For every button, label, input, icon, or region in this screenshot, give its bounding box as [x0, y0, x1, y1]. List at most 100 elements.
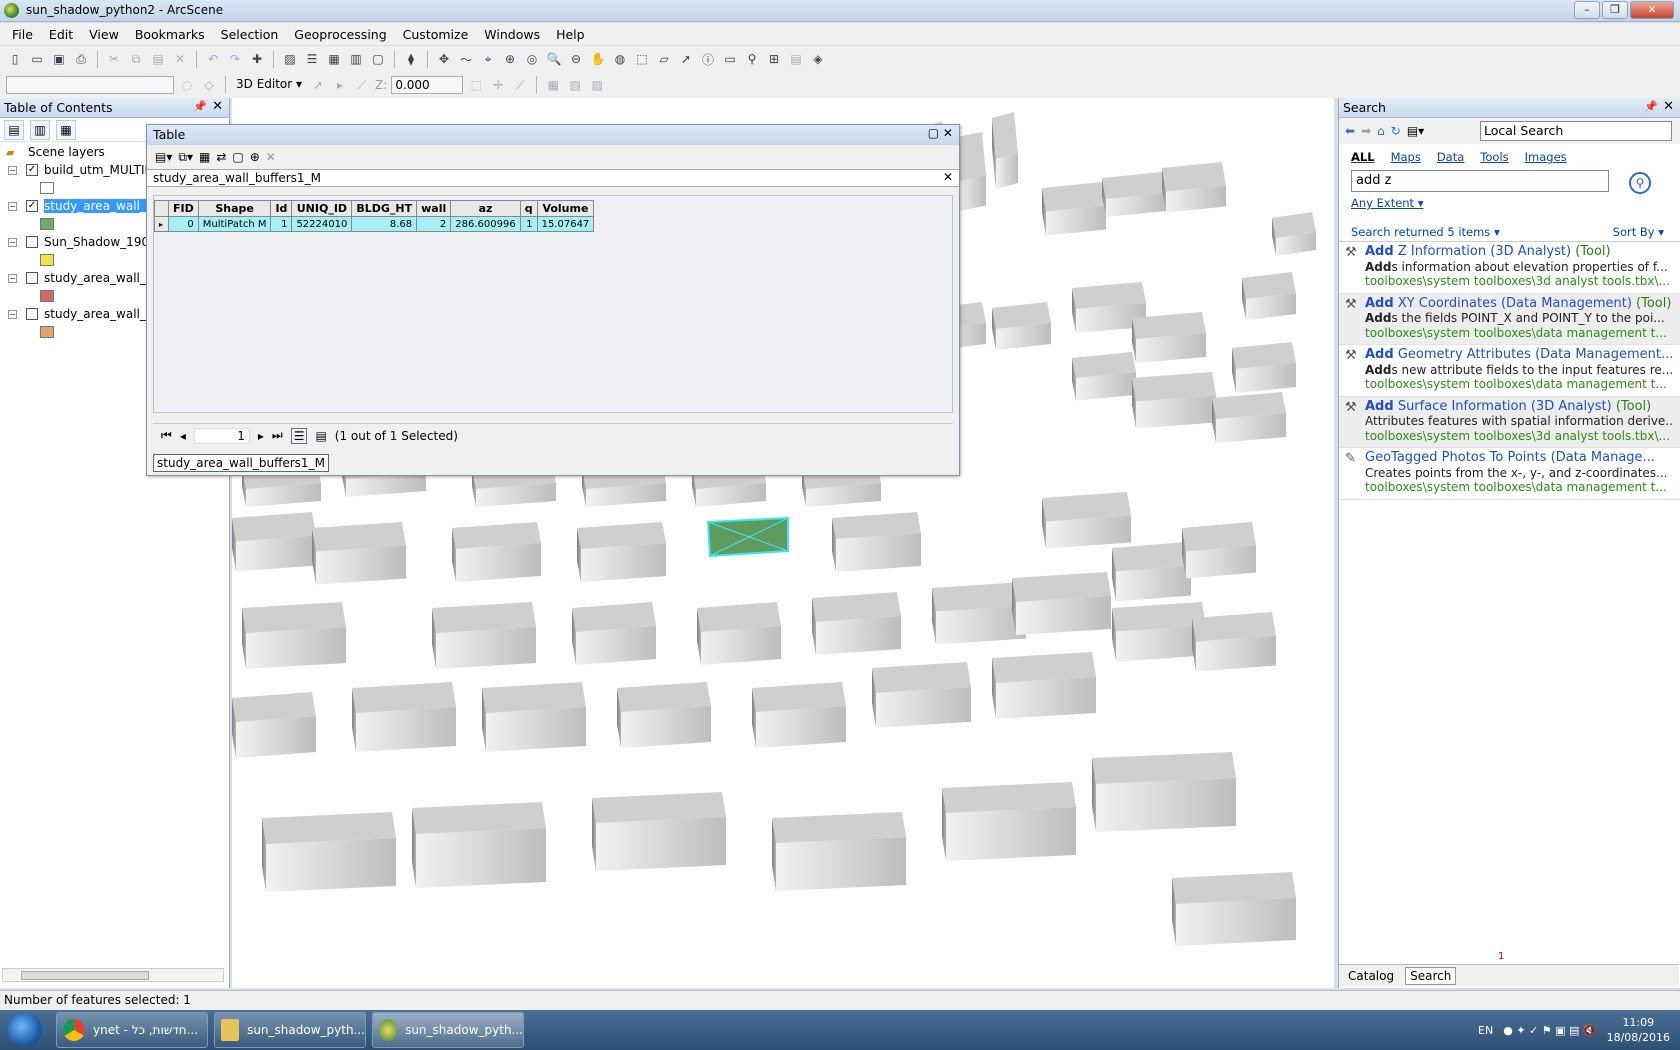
- layer-symbol-swatch[interactable]: [40, 218, 54, 230]
- tray-icons[interactable]: ● ✦ ✓ ⚑ ▣ ▤ 🔇: [1503, 1024, 1596, 1037]
- pin-icon[interactable]: 📌: [193, 100, 207, 113]
- table-cell[interactable]: 8.68: [351, 216, 418, 232]
- save-icon[interactable]: ▣: [50, 50, 68, 68]
- result-title[interactable]: GeoTagged Photos To Points (Data Manage.…: [1365, 451, 1655, 465]
- table-cell[interactable]: 15.07647: [536, 216, 595, 232]
- search-result[interactable]: ⚒ Add Geometry Attributes (Data Managemen…: [1339, 345, 1680, 397]
- collapse-icon[interactable]: −: [8, 310, 17, 319]
- search-input[interactable]: add z: [1351, 170, 1609, 192]
- column-header-volume[interactable]: Volume: [536, 200, 595, 217]
- animation-icon[interactable]: ▤: [787, 50, 805, 68]
- clock[interactable]: 11:09 18/08/2016: [1607, 1015, 1670, 1045]
- menu-customize[interactable]: Customize: [395, 27, 477, 42]
- toc-icon[interactable]: ☰: [303, 50, 321, 68]
- collapse-icon[interactable]: −: [8, 238, 17, 247]
- first-record-icon[interactable]: ⏮: [161, 428, 172, 443]
- language-indicator[interactable]: EN: [1478, 1024, 1493, 1037]
- delete-selected-icon[interactable]: ✕: [266, 150, 276, 164]
- set-observer-icon[interactable]: ◎: [523, 50, 541, 68]
- home-icon[interactable]: ⌂: [1377, 124, 1385, 138]
- table-options-icon[interactable]: ▤▾: [155, 150, 172, 164]
- list-by-visibility-icon[interactable]: ▦: [56, 120, 76, 140]
- select-elements-icon[interactable]: ➚: [677, 50, 695, 68]
- toc-close-icon[interactable]: ✕: [212, 99, 223, 114]
- search-result[interactable]: ✎ GeoTagged Photos To Points (Data Manage…: [1339, 448, 1680, 500]
- taskbar-item-arcscene[interactable]: sun_shadow_pyth...: [372, 1012, 524, 1048]
- search-tab-all[interactable]: ALL: [1351, 150, 1375, 164]
- layer-symbol-swatch[interactable]: [40, 182, 54, 194]
- copy-icon[interactable]: ⧉: [127, 50, 145, 68]
- list-by-drawing-order-icon[interactable]: ▤: [4, 120, 24, 140]
- show-selected-records-icon[interactable]: ▤: [315, 429, 326, 443]
- prev-record-icon[interactable]: ◂: [180, 429, 186, 443]
- table-cell[interactable]: 0: [168, 216, 199, 232]
- layer-symbol-swatch[interactable]: [40, 326, 54, 338]
- layer-name[interactable]: study_area_wall_bu: [44, 271, 148, 285]
- result-title[interactable]: XY Coordinates (Data Management): [1394, 297, 1632, 311]
- search-tab-maps[interactable]: Maps: [1391, 150, 1421, 164]
- identify-icon[interactable]: ⓘ: [699, 50, 717, 68]
- search-pin-icon[interactable]: 📌: [1644, 100, 1658, 113]
- zoom-to-selected-icon[interactable]: ⊕: [250, 150, 260, 164]
- pan-icon[interactable]: ✋: [589, 50, 607, 68]
- table-footer-tab[interactable]: study_area_wall_buffers1_M: [153, 454, 329, 472]
- start-button[interactable]: [0, 1010, 50, 1050]
- table-cell[interactable]: 52224010: [291, 216, 353, 232]
- search-result[interactable]: ⚒ Add Surface Information (3D Analyst) (T…: [1339, 396, 1680, 448]
- forward-icon[interactable]: ➡: [1361, 124, 1371, 138]
- layer-name[interactable]: study_area_wall_bu: [44, 199, 148, 213]
- new-icon[interactable]: ▯: [6, 50, 24, 68]
- taskbar-item-folder[interactable]: sun_shadow_pyth...: [214, 1012, 366, 1048]
- record-number-input[interactable]: 1: [193, 427, 250, 444]
- z-value-input[interactable]: 0.000: [391, 76, 464, 94]
- layer-symbol-swatch[interactable]: [40, 290, 54, 302]
- next-record-icon[interactable]: ▸: [258, 429, 264, 443]
- layer-visibility-checkbox[interactable]: ✓: [26, 200, 38, 212]
- switch-selection-icon[interactable]: ⇄: [216, 150, 226, 164]
- related-tables-icon[interactable]: ⧉▾: [178, 150, 193, 165]
- search-tab-data[interactable]: Data: [1437, 150, 1464, 164]
- menu-edit[interactable]: Edit: [41, 27, 81, 42]
- 3d-editor-menu[interactable]: 3D Editor ▾: [233, 76, 305, 94]
- column-header-uniq_id[interactable]: UNIQ_ID: [291, 200, 353, 217]
- back-icon[interactable]: ⬅: [1345, 124, 1355, 138]
- sort-by-menu[interactable]: Sort By ▾: [1613, 225, 1664, 239]
- layer-visibility-checkbox[interactable]: [26, 272, 38, 284]
- zoom-in-icon[interactable]: 🔍: [545, 50, 563, 68]
- search-tab-tools[interactable]: Tools: [1480, 150, 1508, 164]
- column-header-fid[interactable]: FID: [168, 200, 199, 217]
- zoom-target-icon[interactable]: ⊕: [501, 50, 519, 68]
- result-title[interactable]: Geometry Attributes (Data Management...: [1394, 348, 1674, 362]
- print-icon[interactable]: ⎙: [72, 50, 90, 68]
- layer-symbol-swatch[interactable]: [40, 254, 54, 266]
- table-cell[interactable]: 2: [416, 216, 452, 232]
- results-summary[interactable]: Search returned 5 items ▾: [1351, 225, 1500, 239]
- layer-visibility-checkbox[interactable]: [26, 308, 38, 320]
- search-result[interactable]: ⚒ Add Z Information (3D Analyst) (Tool) Ad…: [1339, 242, 1680, 294]
- last-record-icon[interactable]: ⏭: [272, 428, 283, 443]
- refresh-icon[interactable]: ↻: [1391, 124, 1401, 138]
- extent-dropdown[interactable]: Any Extent ▾: [1339, 192, 1680, 210]
- table-row[interactable]: ▸ 0 MultiPatch M 1 52224010 8.68 2 286.600996 1 1…: [154, 216, 595, 232]
- html-popup-icon[interactable]: ▭: [721, 50, 739, 68]
- close-button[interactable]: ✕: [1630, 1, 1674, 19]
- search-go-icon[interactable]: ⚲: [1629, 172, 1651, 194]
- menu-windows[interactable]: Windows: [476, 27, 548, 42]
- python-icon[interactable]: ▢: [369, 50, 387, 68]
- layer-name[interactable]: study_area_wall_bu: [44, 307, 148, 321]
- toc-scrollbar[interactable]: [2, 968, 224, 982]
- toolbox-icon[interactable]: ▥: [347, 50, 365, 68]
- search-close-icon[interactable]: ✕: [1663, 99, 1674, 114]
- table-cell[interactable]: 286.600996: [450, 216, 521, 232]
- 3d-cube-icon[interactable]: ◈: [809, 50, 827, 68]
- select-features-icon[interactable]: ⬚: [633, 50, 651, 68]
- list-by-source-icon[interactable]: ▥: [30, 120, 50, 140]
- redo-icon[interactable]: ↷: [226, 50, 244, 68]
- column-header-wall[interactable]: wall: [416, 200, 452, 217]
- column-header-q[interactable]: q: [519, 200, 538, 217]
- catalog-tab[interactable]: Catalog: [1343, 967, 1399, 985]
- result-title[interactable]: Surface Information (3D Analyst): [1394, 400, 1612, 414]
- collapse-icon[interactable]: −: [8, 166, 17, 175]
- full-extent-icon[interactable]: ◍: [611, 50, 629, 68]
- column-header-shape[interactable]: Shape: [197, 200, 272, 217]
